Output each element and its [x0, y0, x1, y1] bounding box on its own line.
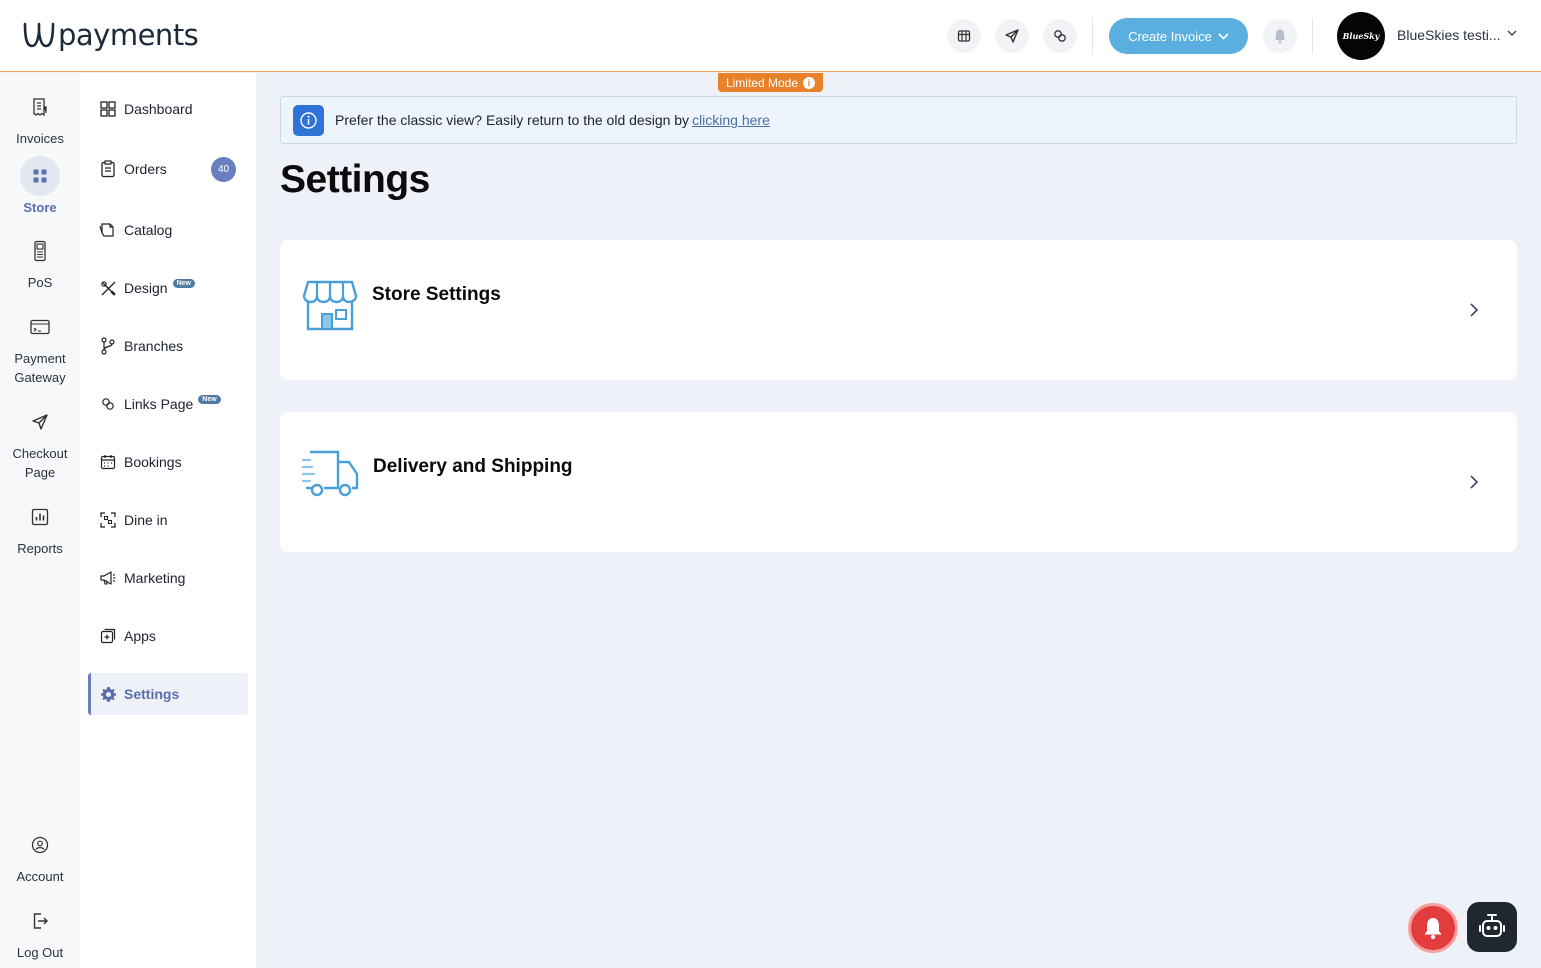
chevron-down-icon [1218, 32, 1229, 40]
rail-item-account[interactable]: Account [0, 825, 80, 886]
logo-mark-icon [23, 22, 55, 48]
payment-gateway-icon [20, 307, 60, 347]
rail-item-invoices[interactable]: Invoices [0, 87, 80, 148]
apps-add-icon [99, 627, 117, 645]
banner-text: Prefer the classic view? Easily return t… [335, 112, 690, 128]
app-logo[interactable]: payments [22, 18, 199, 52]
sidebar-item-apps[interactable]: Apps [88, 615, 248, 657]
delivery-truck-icon [302, 450, 360, 500]
classic-view-link[interactable]: clicking here [692, 112, 770, 128]
avatar-text: BlueSky [1342, 31, 1380, 41]
dashboard-icon [99, 100, 117, 118]
account-chevron-down-icon[interactable] [1506, 29, 1518, 37]
rail-item-store[interactable]: Store [0, 156, 80, 217]
orders-clipboard-icon [99, 160, 117, 178]
sidebar-item-label: Apps [124, 628, 156, 644]
bell-icon [1424, 918, 1442, 940]
calendar-icon [99, 453, 117, 471]
reports-icon [20, 497, 60, 537]
links-icon[interactable] [1043, 19, 1077, 53]
classic-view-banner: Prefer the classic view? Easily return t… [280, 96, 1517, 144]
page-title: Settings [280, 158, 430, 201]
account-name[interactable]: BlueSkies testi... [1397, 27, 1501, 43]
sidebar-item-label: Dashboard [124, 101, 193, 117]
sidebar-item-links-page[interactable]: Links Page New [88, 383, 248, 425]
new-badge: New [198, 395, 221, 404]
chat-bot-fab[interactable] [1467, 902, 1517, 952]
sidebar-item-branches[interactable]: Branches [88, 325, 248, 367]
store-sidebar: Dashboard Orders 40 Catalog Design New B… [80, 73, 256, 968]
rail-label: Log Out [16, 945, 64, 960]
sidebar-item-label: Orders [124, 161, 167, 177]
sidebar-item-design[interactable]: Design New [88, 267, 248, 309]
invoice-icon [20, 87, 60, 127]
info-icon: i [803, 76, 816, 89]
create-invoice-label: Create Invoice [1128, 28, 1212, 44]
rail-item-pos[interactable]: PoS [0, 231, 80, 292]
sidebar-item-catalog[interactable]: Catalog [88, 209, 248, 251]
sidebar-item-orders[interactable]: Orders 40 [88, 148, 248, 190]
branches-icon [99, 337, 117, 355]
design-tools-icon [99, 279, 117, 297]
links-icon [99, 395, 117, 413]
top-header: payments Create Invoice BlueSky BlueSkie… [0, 0, 1541, 72]
qr-scan-icon [99, 511, 117, 529]
rail-item-logout[interactable]: Log Out [0, 901, 80, 962]
bell-icon[interactable] [1263, 19, 1297, 53]
pos-icon [20, 231, 60, 271]
account-icon [20, 825, 60, 865]
megaphone-icon [99, 569, 117, 587]
sidebar-item-bookings[interactable]: Bookings [88, 441, 248, 483]
delivery-shipping-card[interactable]: Delivery and Shipping [280, 412, 1517, 552]
rail-label: PoS [27, 275, 53, 290]
card-title: Delivery and Shipping [373, 456, 573, 477]
sidebar-item-label: Dine in [124, 512, 168, 528]
robot-chat-icon [1479, 914, 1505, 937]
new-badge: New [172, 279, 195, 288]
send-icon[interactable] [995, 19, 1029, 53]
notification-bell-fab[interactable] [1408, 903, 1458, 953]
rail-label: Payment Gateway [14, 351, 66, 385]
header-divider [1312, 18, 1313, 54]
sidebar-item-label: Catalog [124, 222, 173, 238]
store-settings-card[interactable]: Store Settings [280, 240, 1517, 380]
rail-label: Checkout Page [12, 446, 68, 480]
sidebar-item-dine-in[interactable]: Dine in [88, 499, 248, 541]
sidebar-item-label: Marketing [124, 570, 186, 586]
checkout-send-icon [20, 402, 60, 442]
catalog-icon [99, 221, 117, 239]
chevron-right-icon [1470, 303, 1479, 317]
limited-mode-label: Limited Mode [725, 75, 799, 90]
rail-label: Store [23, 200, 57, 215]
card-title: Store Settings [372, 284, 501, 305]
gear-icon [99, 685, 117, 703]
rail-label: Account [16, 869, 64, 884]
header-divider [1092, 18, 1093, 54]
logo-text: payments [58, 18, 199, 52]
info-icon [293, 104, 324, 136]
storefront-icon [302, 278, 358, 334]
app-rail: Invoices Store PoS Payment Gateway Check… [0, 73, 80, 968]
store-grid-icon [20, 156, 60, 196]
rail-item-payment-gateway[interactable]: Payment Gateway [0, 307, 80, 387]
avatar[interactable]: BlueSky [1337, 12, 1385, 60]
rail-label: Invoices [16, 131, 64, 146]
create-invoice-button[interactable]: Create Invoice [1109, 18, 1248, 54]
sidebar-item-label: Settings [124, 686, 180, 702]
sidebar-item-dashboard[interactable]: Dashboard [88, 88, 248, 130]
sidebar-item-label: Branches [124, 338, 184, 354]
rail-item-checkout-page[interactable]: Checkout Page [0, 402, 80, 482]
orders-count-badge: 40 [211, 157, 236, 182]
logout-icon [20, 901, 60, 941]
rail-item-reports[interactable]: Reports [0, 497, 80, 558]
limited-mode-badge[interactable]: Limited Mode i [718, 73, 823, 92]
sidebar-item-label: Bookings [124, 454, 182, 470]
sidebar-item-settings[interactable]: Settings [88, 673, 248, 715]
sidebar-item-label: Links Page [124, 396, 194, 412]
sidebar-item-marketing[interactable]: Marketing [88, 557, 248, 599]
rail-label: Reports [17, 541, 63, 556]
chevron-right-icon [1470, 475, 1479, 489]
store-icon[interactable] [947, 19, 981, 53]
sidebar-item-label: Design [124, 280, 168, 296]
